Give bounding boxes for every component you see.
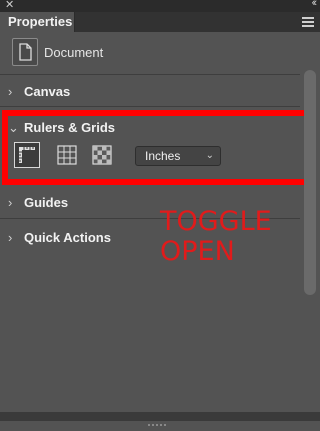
collapse-panel-icon[interactable]: ‹‹ <box>312 0 318 9</box>
section-label: Canvas <box>24 84 71 99</box>
panel-menu-icon[interactable] <box>302 17 314 29</box>
panel-top-bar: ✕ ‹‹ <box>0 0 320 12</box>
chevron-right-icon[interactable]: › <box>8 84 12 99</box>
chevron-right-icon[interactable]: › <box>8 230 12 245</box>
highlight-box <box>2 110 314 185</box>
annotation-line-2: OPEN <box>160 236 235 267</box>
scrollbar-thumb[interactable] <box>304 70 316 295</box>
document-label: Document <box>44 45 104 60</box>
section-label: Quick Actions <box>24 230 111 245</box>
annotation-text: TOGGLE OPEN <box>160 207 272 267</box>
close-icon[interactable]: ✕ <box>5 0 14 11</box>
annotation-line-1: TOGGLE <box>160 206 272 237</box>
section-canvas[interactable]: › Canvas <box>0 80 300 104</box>
document-icon <box>12 38 38 66</box>
divider <box>0 74 300 75</box>
chevron-right-icon[interactable]: › <box>8 195 12 210</box>
section-label: Guides <box>24 195 69 210</box>
divider <box>0 106 300 107</box>
resize-handle[interactable] <box>148 413 172 426</box>
tab-properties[interactable]: Properties <box>0 12 75 32</box>
panel-tab-bar: Properties <box>0 12 320 32</box>
